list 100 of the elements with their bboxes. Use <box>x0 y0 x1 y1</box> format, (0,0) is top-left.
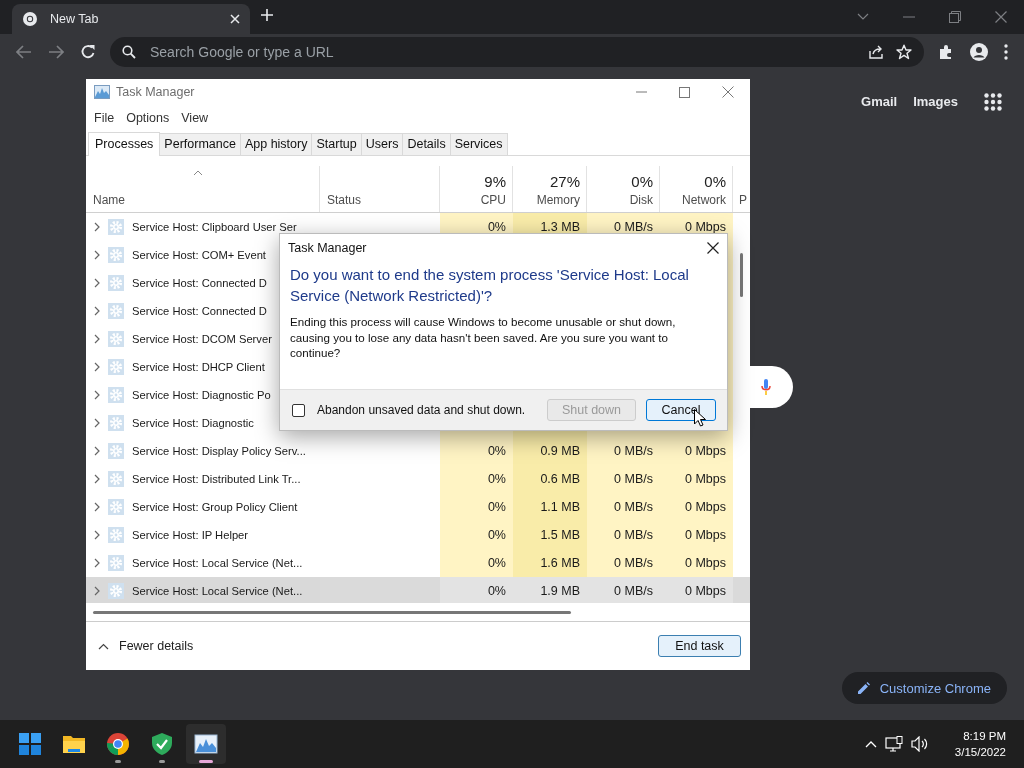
customize-button[interactable]: Customize Chrome <box>841 672 1007 704</box>
tab[interactable]: Details <box>402 132 451 155</box>
process-name: Service Host: DHCP Client <box>132 360 265 373</box>
process-name: Service Host: Group Policy Client <box>132 500 298 513</box>
chevron-up-icon[interactable] <box>864 740 877 748</box>
chevron-down-icon[interactable] <box>857 13 869 21</box>
page-link[interactable]: Images <box>911 92 960 111</box>
table-cell: 0% <box>440 436 513 465</box>
gear-icon <box>108 302 124 319</box>
table-cell: 0 Mbps <box>660 548 733 577</box>
address-field[interactable]: Search Google or type a URL <box>148 43 856 61</box>
column-header[interactable]: P <box>739 192 750 207</box>
chevron-right-icon[interactable] <box>94 277 100 288</box>
chevron-right-icon[interactable] <box>94 333 100 344</box>
dialog-message: Ending this process will cause Windows to become unusable or shut down, causing you to lose any data hasn't been saved. Are you sure you want to continue? <box>289 314 677 361</box>
back-icon[interactable] <box>16 45 32 59</box>
restore-icon[interactable] <box>949 11 961 23</box>
column-header[interactable]: Status <box>327 192 433 207</box>
search-icon <box>122 45 136 59</box>
process-name: Service Host: Connected D <box>132 304 267 317</box>
table-cell: 0 Mbps <box>660 464 733 493</box>
column-percent: 0% <box>704 172 726 190</box>
chart-icon <box>94 85 110 100</box>
column-header[interactable]: CPU <box>480 192 506 207</box>
end-task-button[interactable]: End task <box>658 635 741 658</box>
menu-item[interactable]: View <box>175 111 215 126</box>
tab[interactable]: Users <box>360 132 404 155</box>
profile-icon[interactable] <box>970 43 988 61</box>
table-cell: 1.5 MB <box>513 520 587 549</box>
gear-icon <box>108 414 124 431</box>
process-row[interactable]: Service Host: Distributed Link Tr... 0% 0.6 MB 0 MB/s 0 Mbps <box>86 464 750 493</box>
process-row[interactable]: Service Host: Local Service (Net... 0% 1.6 MB 0 MB/s 0 Mbps <box>86 548 750 577</box>
table-cell: 0 Mbps <box>660 436 733 465</box>
puzzle-icon[interactable] <box>938 44 954 60</box>
gear-icon <box>108 498 124 515</box>
process-row[interactable]: Service Host: Display Policy Serv... 0% 0.9 MB 0 MB/s 0 Mbps <box>86 436 750 465</box>
chevron-up-icon <box>98 642 109 650</box>
dialog-button[interactable]: Cancel <box>646 399 716 421</box>
details-toggle[interactable]: Fewer details <box>98 639 194 654</box>
network-icon[interactable] <box>884 736 903 752</box>
star-icon[interactable] <box>896 44 912 60</box>
tab[interactable]: Processes <box>88 131 161 156</box>
chevron-right-icon[interactable] <box>94 361 100 372</box>
pencil-icon <box>857 682 870 694</box>
sort-caret-icon[interactable] <box>193 169 203 176</box>
scrollbar[interactable] <box>93 610 571 614</box>
tab[interactable]: Services <box>449 132 508 155</box>
process-row[interactable]: Service Host: IP Helper 0% 1.5 MB 0 MB/s 0 Mbps <box>86 520 750 549</box>
table-cell: 0% <box>440 492 513 521</box>
share-icon[interactable] <box>868 44 884 60</box>
tab[interactable]: Startup <box>311 132 362 155</box>
chevron-right-icon[interactable] <box>94 445 100 456</box>
forward-icon[interactable] <box>48 45 64 59</box>
new-tab-icon[interactable] <box>260 8 274 22</box>
menu-item[interactable]: File <box>88 111 121 126</box>
close-icon[interactable] <box>707 242 719 254</box>
clock-time: 8:19 PM <box>963 729 1006 744</box>
window-title: Task Manager <box>116 85 195 100</box>
chrome-logo-icon <box>22 11 38 27</box>
chevron-right-icon[interactable] <box>94 249 100 260</box>
chevron-right-icon[interactable] <box>94 417 100 428</box>
checkbox[interactable] <box>292 403 305 417</box>
address-bar[interactable]: Search Google or type a URL <box>110 37 924 67</box>
dialog-title: Task Manager <box>288 241 367 255</box>
page-link[interactable]: Gmail <box>859 92 900 111</box>
chevron-right-icon[interactable] <box>94 305 100 316</box>
reload-icon[interactable] <box>80 44 96 60</box>
chevron-right-icon[interactable] <box>94 557 100 568</box>
chevron-right-icon[interactable] <box>94 389 100 400</box>
table-cell: 0 Mbps <box>660 520 733 549</box>
menu-icon[interactable] <box>1004 44 1008 60</box>
process-name: Service Host: IP Helper <box>132 528 249 541</box>
process-row[interactable]: Service Host: Group Policy Client 0% 1.1 MB 0 MB/s 0 Mbps <box>86 492 750 521</box>
column-header[interactable]: Memory <box>536 192 580 207</box>
table-cell: 0% <box>440 548 513 577</box>
process-name: Service Host: DCOM Server <box>132 332 272 345</box>
menu-item[interactable]: Options <box>120 111 176 126</box>
taskbar-button[interactable] <box>186 724 226 764</box>
table-cell: 0 MB/s <box>587 492 660 521</box>
column-percent: 27% <box>549 172 580 190</box>
checkbox-label[interactable]: Abandon unsaved data and shut down. <box>317 403 526 417</box>
process-name: Service Host: Clipboard User Ser <box>132 220 297 233</box>
table-cell: 0.6 MB <box>513 464 587 493</box>
tab[interactable]: App history <box>239 132 313 155</box>
column-header[interactable]: Name <box>93 192 313 207</box>
chevron-right-icon[interactable] <box>94 501 100 512</box>
speaker-icon[interactable] <box>910 736 929 752</box>
maximize-icon[interactable] <box>679 86 690 98</box>
browser-tab[interactable]: New Tab <box>12 4 250 34</box>
chevron-right-icon[interactable] <box>94 529 100 540</box>
column-header[interactable]: Network <box>682 192 726 207</box>
column-header[interactable]: Disk <box>629 192 653 207</box>
apps-grid-icon[interactable] <box>984 92 1002 111</box>
chevron-right-icon[interactable] <box>94 221 100 232</box>
microphone-icon[interactable] <box>761 379 771 395</box>
chevron-right-icon[interactable] <box>94 473 100 484</box>
chevron-right-icon[interactable] <box>94 585 100 596</box>
clock[interactable]: 8:19 PM 3/15/2022 <box>954 728 1006 760</box>
tab[interactable]: Performance <box>159 132 241 155</box>
scrollbar[interactable] <box>740 253 743 297</box>
